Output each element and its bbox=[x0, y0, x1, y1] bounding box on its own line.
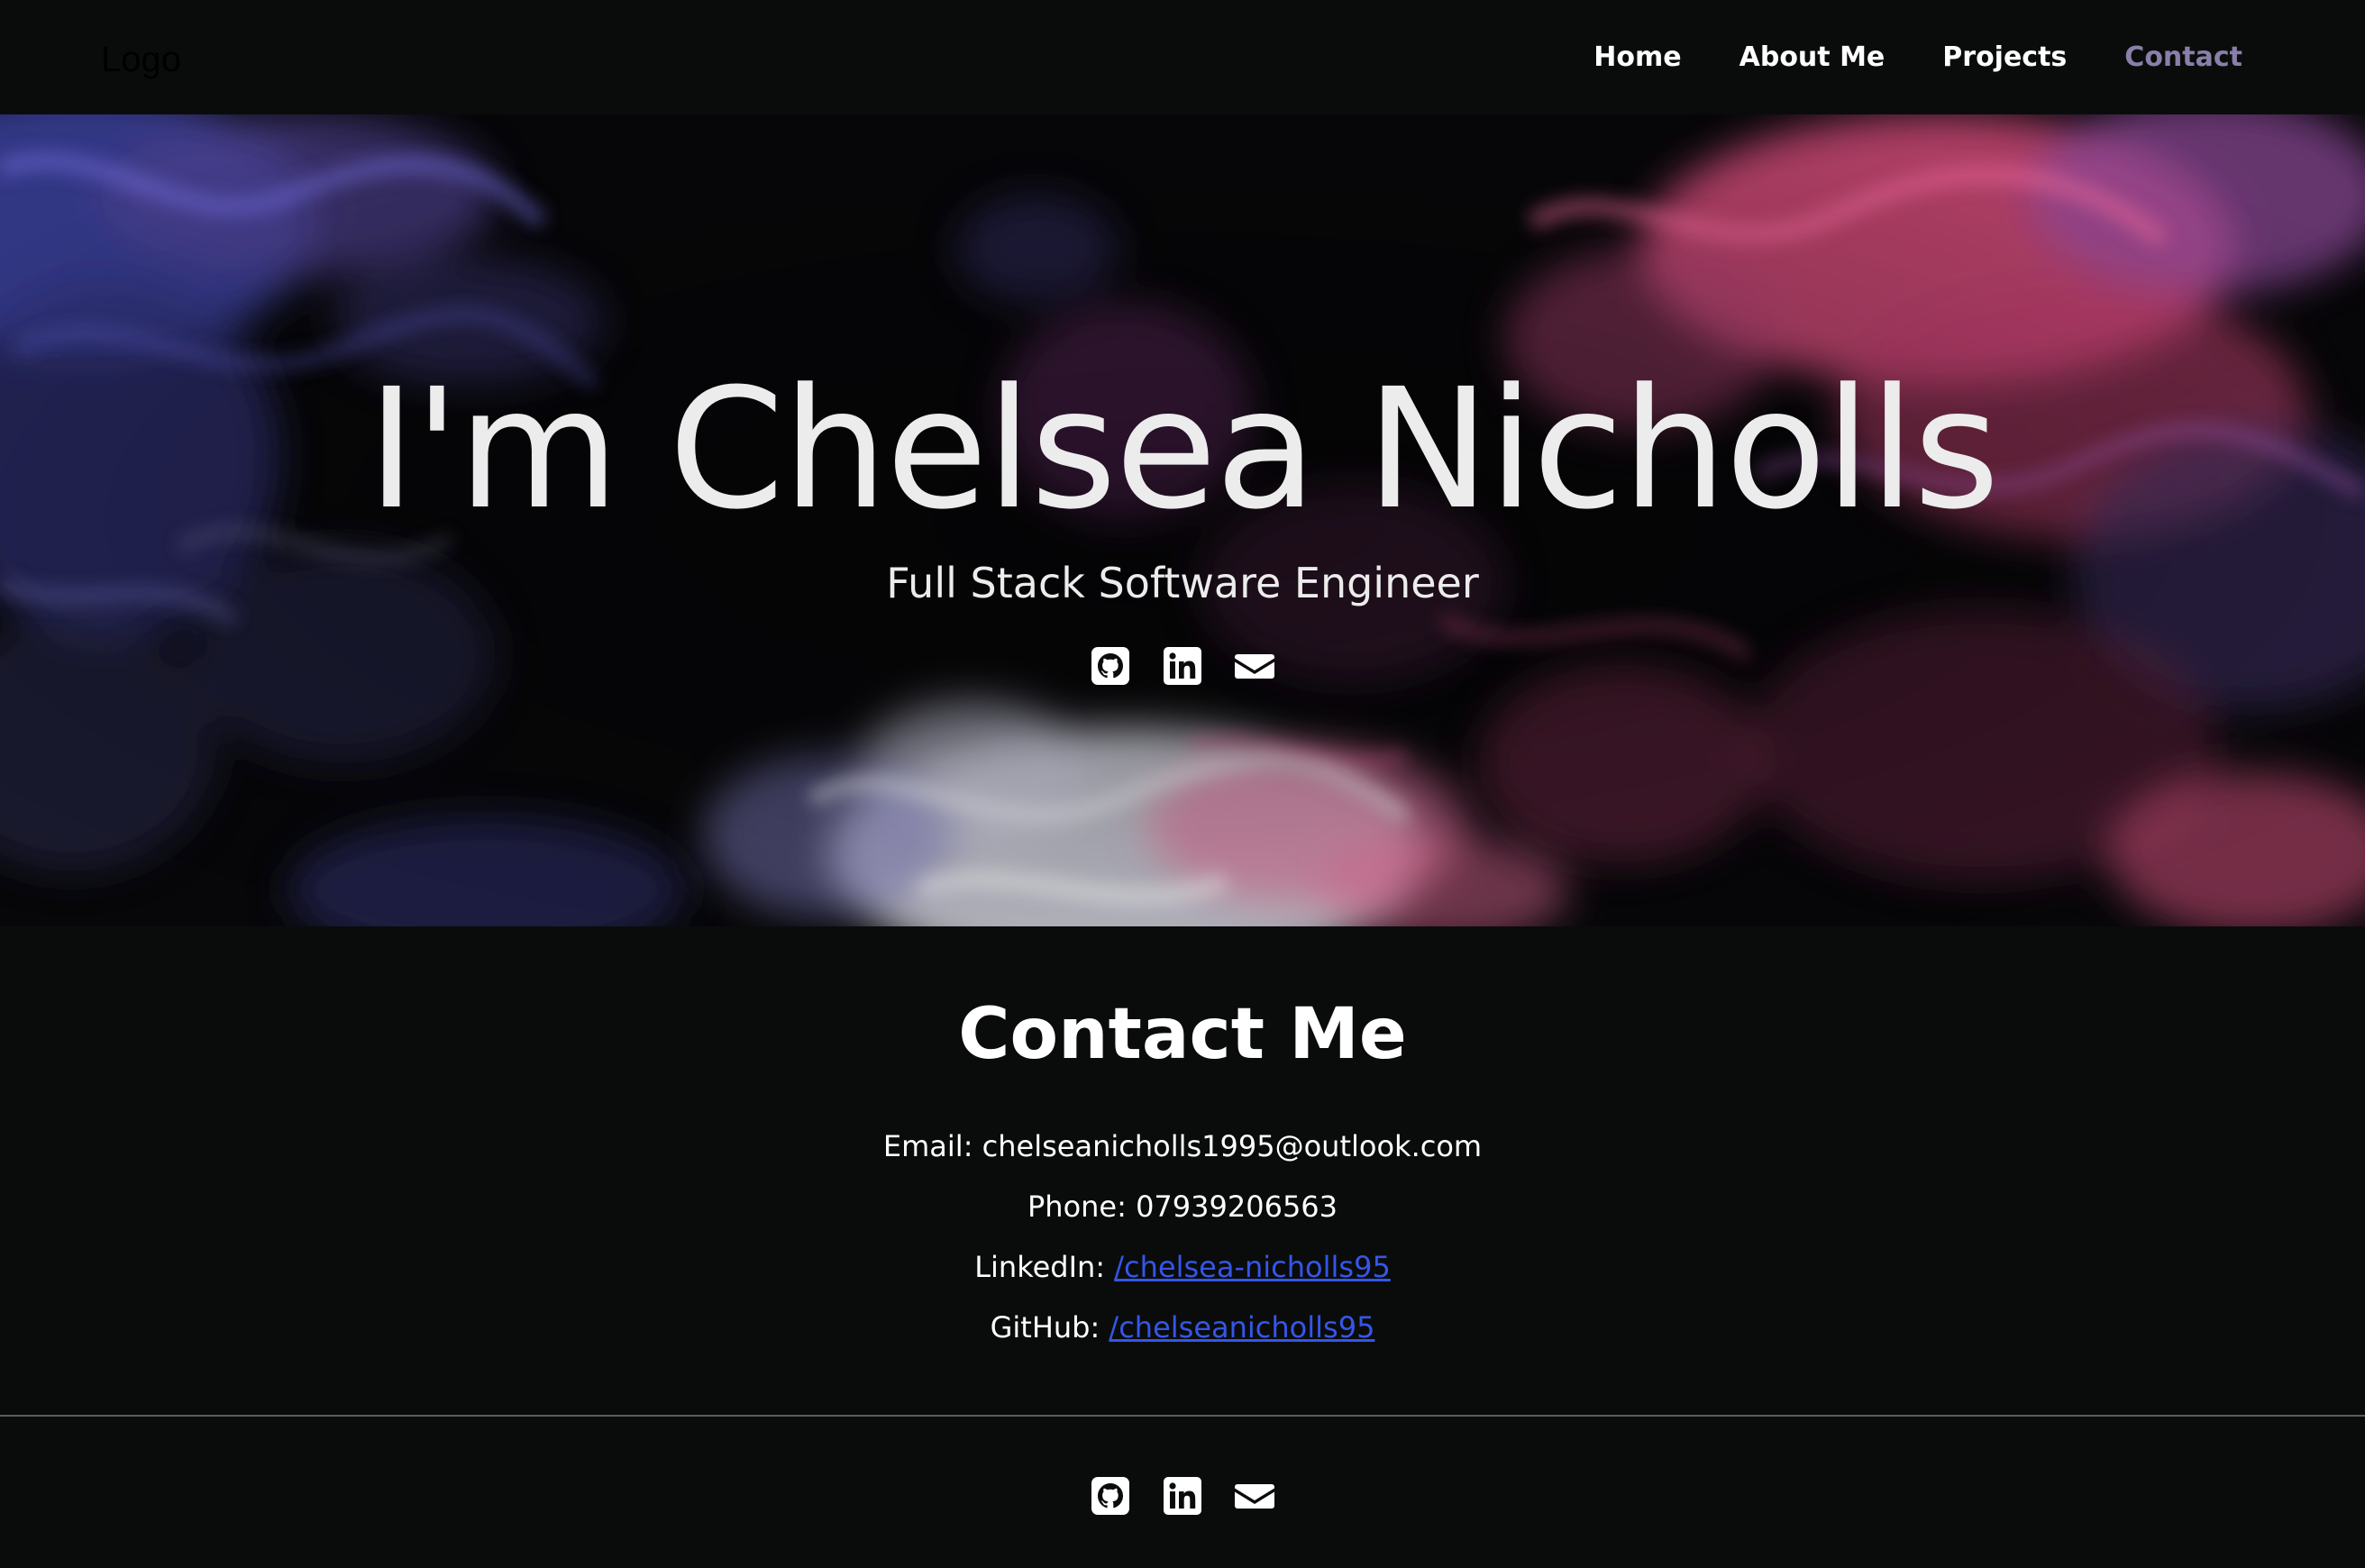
linkedin-icon[interactable] bbox=[1163, 1476, 1202, 1516]
contact-linkedin-line: LinkedIn: /chelsea-nicholls95 bbox=[0, 1247, 2365, 1287]
envelope-icon[interactable] bbox=[1235, 646, 1274, 686]
envelope-icon[interactable] bbox=[1235, 1476, 1274, 1516]
email-label: Email: bbox=[882, 1129, 973, 1163]
phone-value: 07939206563 bbox=[1136, 1190, 1338, 1224]
contact-github-line: GitHub: /chelseanicholls95 bbox=[0, 1308, 2365, 1347]
footer bbox=[0, 1417, 2365, 1568]
contact-phone-line: Phone: 07939206563 bbox=[0, 1187, 2365, 1226]
nav-link-home[interactable]: Home bbox=[1593, 40, 1681, 76]
linkedin-icon[interactable] bbox=[1163, 646, 1202, 686]
nav-link-projects[interactable]: Projects bbox=[1942, 40, 2067, 76]
hero-section: I'm Chelsea Nicholls Full Stack Software… bbox=[0, 114, 2365, 926]
github-label: GitHub: bbox=[990, 1310, 1100, 1345]
github-link[interactable]: /chelseanicholls95 bbox=[1109, 1310, 1374, 1345]
hero-subtitle: Full Stack Software Engineer bbox=[886, 559, 1479, 607]
github-icon[interactable] bbox=[1091, 646, 1130, 686]
email-value: chelseanicholls1995@outlook.com bbox=[982, 1129, 1483, 1163]
github-icon[interactable] bbox=[1091, 1476, 1130, 1516]
contact-heading: Contact Me bbox=[958, 994, 1407, 1075]
phone-label: Phone: bbox=[1027, 1190, 1127, 1224]
contact-section: Contact Me Email: chelseanicholls1995@ou… bbox=[0, 926, 2365, 1415]
nav-link-about-me[interactable]: About Me bbox=[1740, 40, 1886, 76]
hero-social-links bbox=[0, 646, 2365, 686]
footer-social-links bbox=[0, 1476, 2365, 1516]
nav-link-contact[interactable]: Contact bbox=[2124, 40, 2242, 76]
nav-links: Home About Me Projects Contact bbox=[1593, 40, 2242, 76]
logo[interactable]: Logo bbox=[101, 38, 181, 81]
linkedin-link[interactable]: /chelsea-nicholls95 bbox=[1114, 1250, 1391, 1284]
linkedin-label: LinkedIn: bbox=[974, 1250, 1106, 1284]
contact-email-line: Email: chelseanicholls1995@outlook.com bbox=[0, 1126, 2365, 1166]
hero-title: I'm Chelsea Nicholls bbox=[367, 353, 2000, 546]
navbar: Logo Home About Me Projects Contact bbox=[0, 0, 2365, 114]
